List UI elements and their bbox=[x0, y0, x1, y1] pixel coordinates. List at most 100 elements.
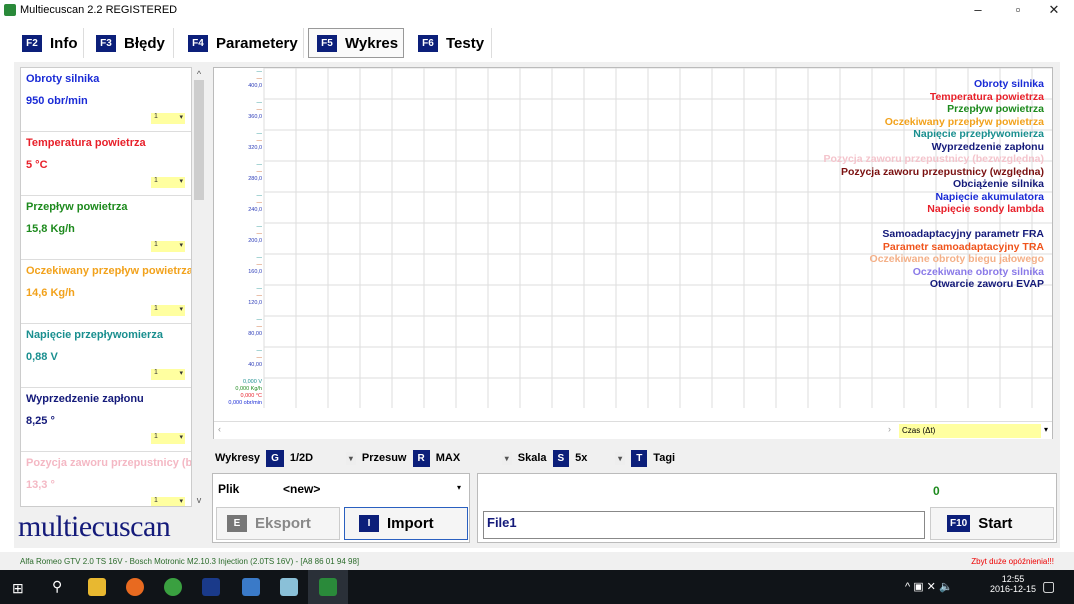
przesuw-label: Przesuw bbox=[361, 452, 407, 464]
chart-legend: Obroty silnika Temperatura powietrza Przep… bbox=[823, 78, 1044, 291]
scrollbar-thumb[interactable] bbox=[194, 80, 204, 200]
legend-entry[interactable]: Samoadaptacyjny parametr FRA bbox=[823, 228, 1044, 241]
close-button[interactable]: ✕ bbox=[1034, 0, 1074, 22]
przesuw-key: R bbox=[412, 449, 430, 467]
export-button[interactable]: E Eksport bbox=[216, 507, 340, 540]
parameter-item[interactable]: Obroty silnika 950 obr/min 1 bbox=[21, 68, 191, 132]
file-dropdown-icon[interactable]: ▾ bbox=[457, 483, 461, 492]
file-panel: Plik <new> ▾ E Eksport I Import bbox=[212, 473, 470, 543]
legend-entry[interactable]: Napięcie sondy lambda bbox=[823, 203, 1044, 216]
legend-entry[interactable]: Obciążenie silnika bbox=[823, 178, 1044, 191]
parameter-scale-select[interactable]: 1 bbox=[151, 241, 185, 252]
parameter-item[interactable]: Pozycja zaworu przepustnicy (bezwzględna… bbox=[21, 452, 191, 506]
tab-key: F4 bbox=[188, 34, 208, 52]
parameter-item[interactable]: Oczekiwany przepływ powietrza 14,6 Kg/h 1 bbox=[21, 260, 191, 324]
legend-entry[interactable]: Temperatura powietrza bbox=[823, 91, 1044, 104]
parameter-item[interactable]: Napięcie przepływomierza 0,88 V 1 bbox=[21, 324, 191, 388]
legend-entry[interactable] bbox=[823, 216, 1044, 229]
y-axis-labels: — —400,0— —360,0— —320,0— —280,0— —240,0— —200… bbox=[216, 69, 262, 407]
parameter-scale-select[interactable]: 1 bbox=[151, 433, 185, 444]
wykresy-dropdown-icon[interactable]: ▾ bbox=[345, 451, 356, 465]
legend-entry[interactable]: Przepływ powietrza bbox=[823, 103, 1044, 116]
latency-warning: Zbyt duże opóźnienia!!! bbox=[971, 557, 1054, 566]
minimize-button[interactable]: – bbox=[958, 0, 998, 22]
y-tick: 120,0 bbox=[248, 300, 262, 306]
parameter-scale-select[interactable]: 1 bbox=[151, 305, 185, 316]
legend-entry[interactable]: Parametr samoadaptacyjny TRA bbox=[823, 241, 1044, 254]
tagi-key[interactable]: T bbox=[631, 449, 648, 467]
tab-błędy[interactable]: F3 Błędy bbox=[88, 28, 174, 58]
parameter-list: Obroty silnika950 obr/min1Temperatura po… bbox=[20, 67, 192, 507]
parameter-value: 950 obr/min bbox=[26, 95, 88, 107]
vehicle-info: Alfa Romeo GTV 2.0 TS 16V - Bosch Motron… bbox=[20, 557, 360, 566]
window-title: Multiecuscan 2.2 REGISTERED bbox=[20, 4, 178, 16]
legend-entry[interactable]: Pozycja zaworu przepustnicy (bezwzględna… bbox=[823, 153, 1044, 166]
search-icon[interactable]: ⚲ bbox=[52, 578, 62, 595]
tab-info[interactable]: F2 Info bbox=[14, 28, 84, 58]
y-tick: 200,0 bbox=[248, 238, 262, 244]
chrome-icon[interactable] bbox=[164, 578, 182, 596]
wykresy-select[interactable]: 1/2D bbox=[290, 452, 340, 464]
parameter-scale-select[interactable]: 1 bbox=[151, 369, 185, 380]
parameter-value: 13,3 ° bbox=[26, 479, 55, 491]
scroll-right-icon[interactable]: › bbox=[888, 424, 891, 434]
app-icon-blue[interactable] bbox=[242, 578, 260, 596]
legend-entry[interactable]: Oczekiwany przepływ powietrza bbox=[823, 116, 1044, 129]
parameter-item[interactable]: Wyprzedzenie zapłonu 8,25 ° 1 bbox=[21, 388, 191, 452]
photoshop-icon[interactable] bbox=[202, 578, 220, 596]
legend-entry[interactable]: Napięcie akumulatora bbox=[823, 191, 1044, 204]
skala-select[interactable]: 5x bbox=[575, 452, 609, 464]
multiecuscan-taskbar-button[interactable] bbox=[308, 570, 348, 604]
start-key: F10 bbox=[947, 515, 971, 532]
parameter-item[interactable]: Przepływ powietrza 15,8 Kg/h 1 bbox=[21, 196, 191, 260]
legend-entry[interactable]: Obroty silnika bbox=[823, 78, 1044, 91]
tab-parametery[interactable]: F4 Parametery bbox=[180, 28, 304, 58]
parameter-scale-select[interactable]: 1 bbox=[151, 497, 185, 506]
tab-testy[interactable]: F6 Testy bbox=[410, 28, 492, 58]
chart-area[interactable]: — —400,0— —360,0— —320,0— —280,0— —240,0— —200… bbox=[213, 67, 1053, 439]
import-label: Import bbox=[387, 515, 434, 532]
tab-wykres[interactable]: F5 Wykres bbox=[308, 28, 404, 58]
notification-icon[interactable]: ▢ bbox=[1042, 578, 1055, 595]
log-panel: 0 File1 F10 Start bbox=[477, 473, 1057, 543]
parameter-scale-select[interactable]: 1 bbox=[151, 177, 185, 188]
x-axis-select[interactable]: Czas (Δt) bbox=[899, 424, 1041, 438]
maximize-button[interactable]: ▫ bbox=[998, 0, 1038, 22]
chevron-down-icon[interactable]: ▾ bbox=[1044, 425, 1048, 434]
clock[interactable]: 12:55 2016-12-15 bbox=[990, 574, 1036, 594]
parameter-item[interactable]: Temperatura powietrza 5 °C 1 bbox=[21, 132, 191, 196]
wykresy-key: G bbox=[266, 449, 284, 467]
tagi-button[interactable]: Tagi bbox=[653, 452, 675, 464]
legend-entry[interactable]: Oczekiwane obroty silnika bbox=[823, 266, 1044, 279]
import-button[interactable]: I Import bbox=[344, 507, 468, 540]
export-key: E bbox=[227, 515, 247, 532]
app-icon-notes[interactable] bbox=[280, 578, 298, 596]
file-explorer-icon[interactable] bbox=[88, 578, 106, 596]
skala-dropdown-icon[interactable]: ▾ bbox=[615, 451, 626, 465]
legend-entry[interactable]: Otwarcie zaworu EVAP bbox=[823, 278, 1044, 291]
y-tick: 240,0 bbox=[248, 207, 262, 213]
file-name-input[interactable]: File1 bbox=[483, 511, 925, 539]
tray-icons[interactable]: ^ ▣ ✕ 🔈 bbox=[905, 580, 953, 593]
legend-entry[interactable]: Pozycja zaworu przepustnicy (względna) bbox=[823, 166, 1044, 179]
y-base-label: 0,000 °C bbox=[240, 393, 262, 399]
start-button[interactable]: F10 Start bbox=[930, 507, 1054, 540]
przesuw-dropdown-icon[interactable]: ▾ bbox=[501, 451, 512, 465]
windows-start-icon[interactable]: ⊞ bbox=[12, 580, 24, 597]
sample-counter: 0 bbox=[933, 484, 940, 498]
app-icon bbox=[4, 4, 16, 16]
scroll-left-icon[interactable]: ‹ bbox=[218, 424, 221, 434]
tab-label: Testy bbox=[446, 34, 485, 52]
parameter-scale-select[interactable]: 1 bbox=[151, 113, 185, 124]
przesuw-select[interactable]: MAX bbox=[436, 452, 496, 464]
file-select[interactable]: <new> bbox=[283, 482, 463, 496]
legend-entry[interactable]: Wyprzedzenie zapłonu bbox=[823, 141, 1044, 154]
legend-entry[interactable]: Napięcie przepływomierza bbox=[823, 128, 1044, 141]
firefox-icon[interactable] bbox=[126, 578, 144, 596]
parameter-name: Obroty silnika bbox=[26, 73, 100, 85]
taskbar: ⊞ ⚲ ^ ▣ ✕ 🔈 12:55 2016-12-15 ▢ bbox=[0, 570, 1074, 604]
file-label: Plik bbox=[218, 482, 240, 496]
legend-entry[interactable]: Oczekiwane obroty biegu jałowego bbox=[823, 253, 1044, 266]
parameter-name: Wyprzedzenie zapłonu bbox=[26, 393, 144, 405]
tab-key: F6 bbox=[418, 34, 438, 52]
